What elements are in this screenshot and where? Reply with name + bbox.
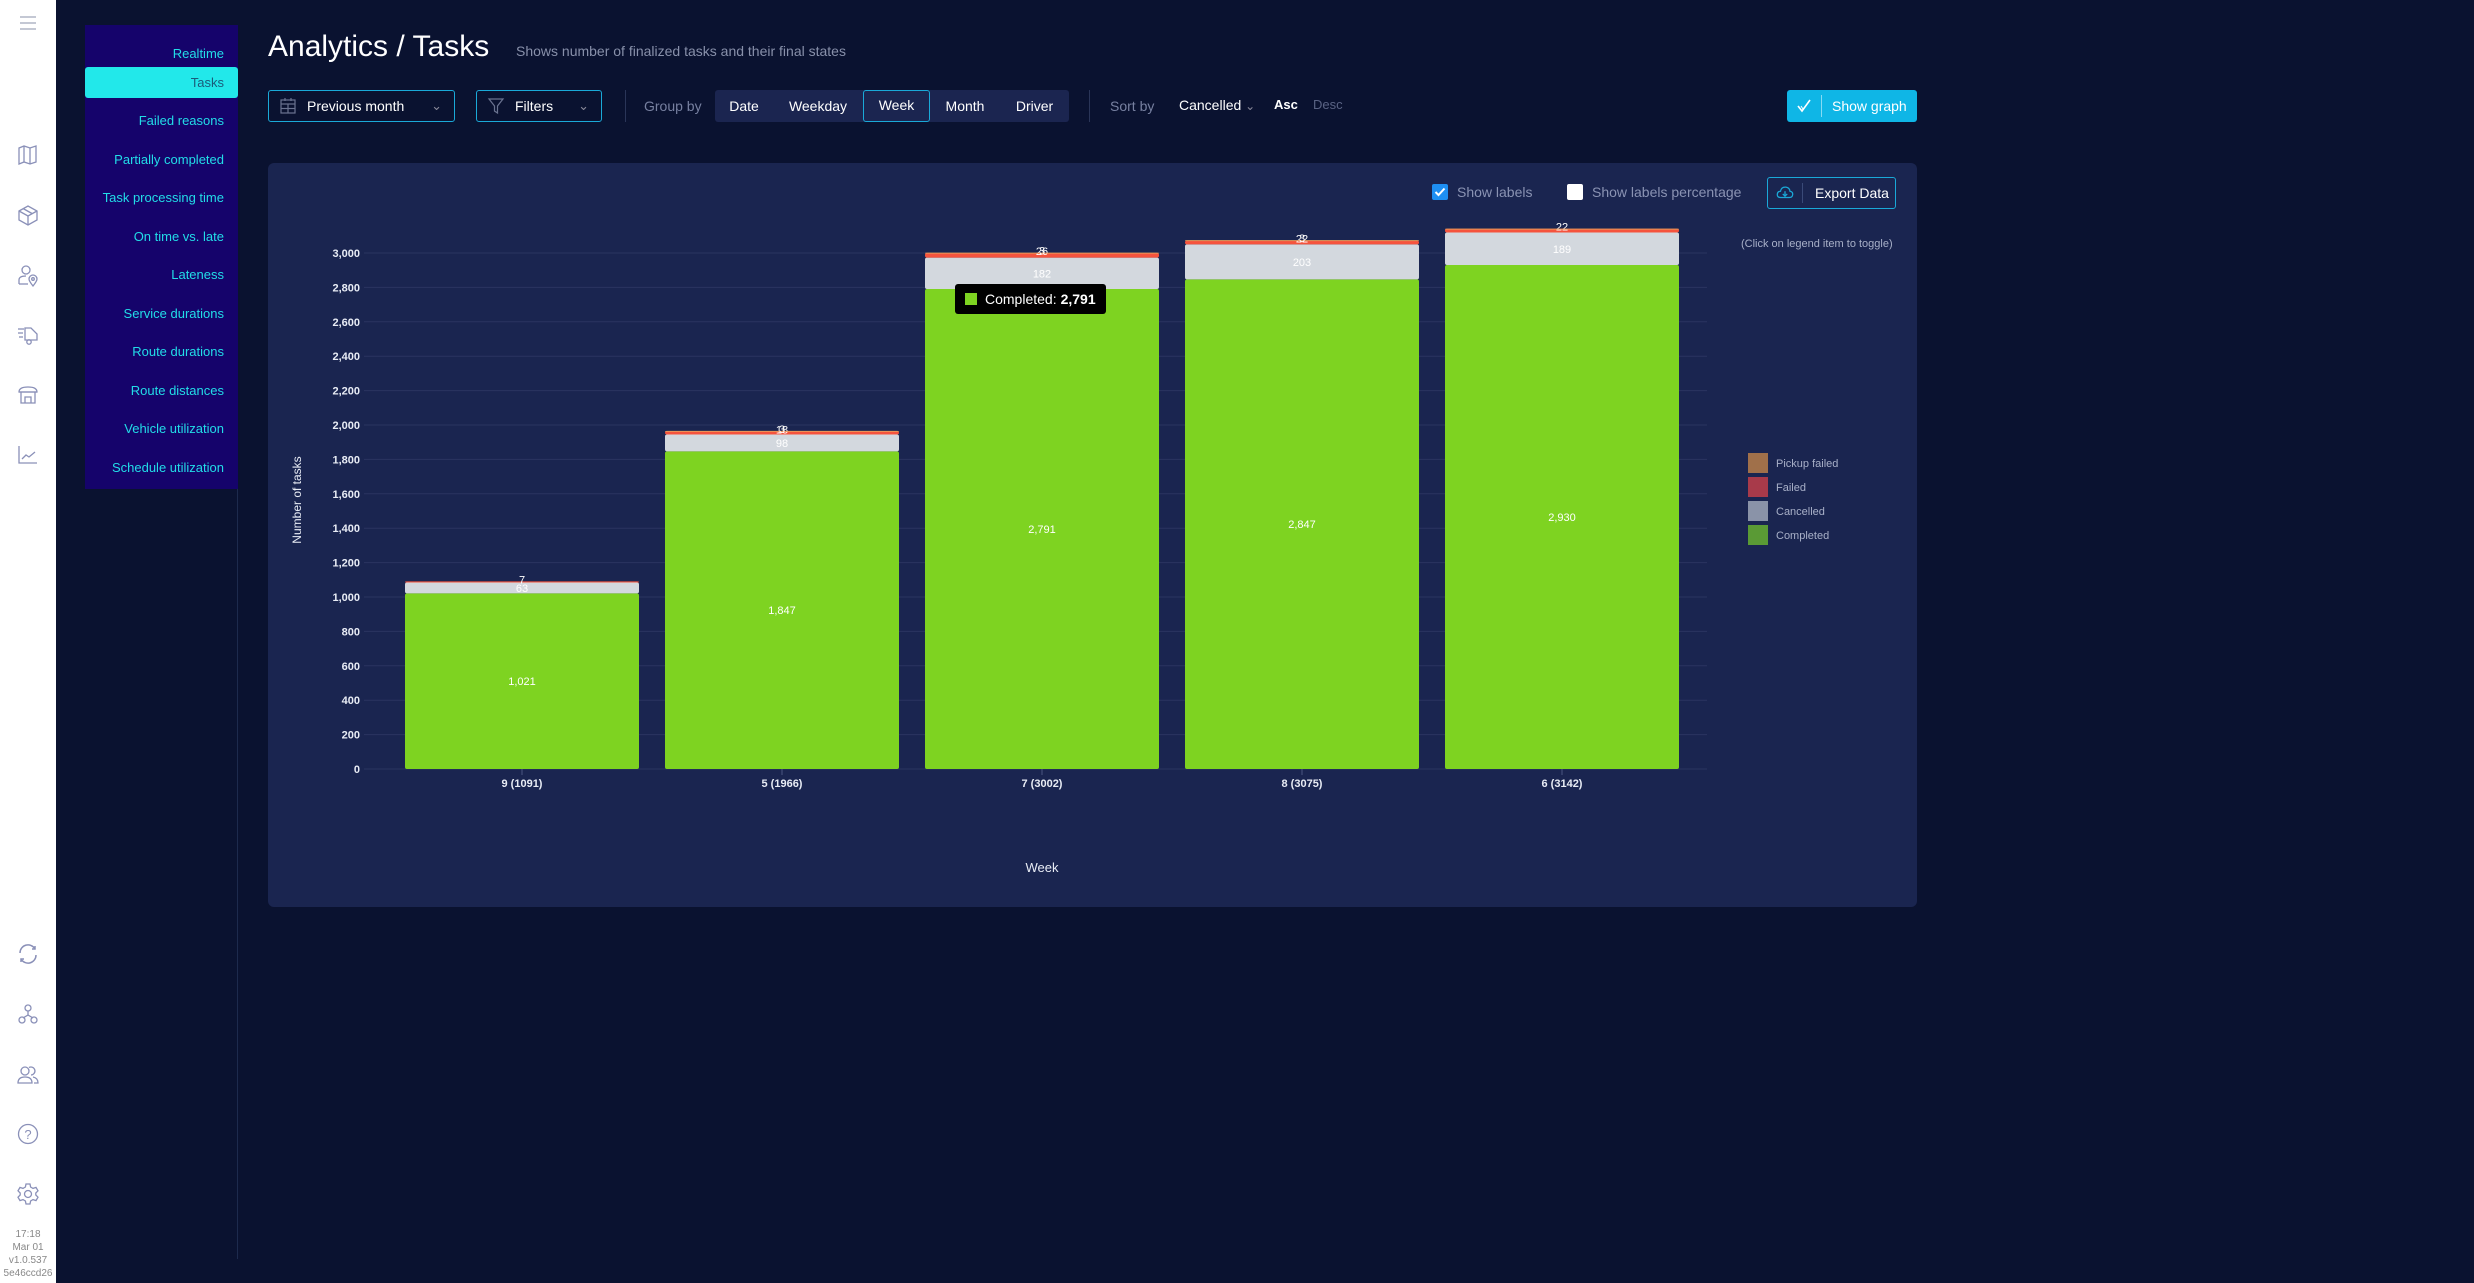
- y-tick-label: 1,800: [332, 454, 360, 466]
- data-label: 98: [776, 438, 788, 450]
- y-tick-label: 1,000: [332, 592, 360, 604]
- chart-tooltip: Completed:2,791: [955, 284, 1106, 314]
- y-tick-label: 2,800: [332, 282, 360, 294]
- data-label: 22: [1556, 222, 1568, 234]
- y-tick-label: 2,000: [332, 420, 360, 432]
- x-tick-label: 5 (1966): [762, 778, 803, 790]
- legend-item-cancelled[interactable]: Cancelled: [1776, 506, 1825, 518]
- data-label: 1,021: [508, 676, 536, 688]
- y-tick-label: 1,200: [332, 558, 360, 570]
- y-tick-label: 1,400: [332, 523, 360, 535]
- tooltip-swatch: [965, 293, 977, 305]
- x-tick-label: 8 (3075): [1282, 778, 1323, 790]
- y-tick-label: 0: [354, 764, 360, 776]
- x-axis-label: Week: [1026, 860, 1059, 875]
- data-label: 189: [1553, 244, 1571, 256]
- legend-item-pickup-failed[interactable]: Pickup failed: [1776, 458, 1838, 470]
- data-label: 2,791: [1028, 524, 1056, 536]
- legend-swatch-failed[interactable]: [1748, 477, 1768, 497]
- data-label: 7: [519, 574, 525, 586]
- x-tick-label: 9 (1091): [502, 778, 543, 790]
- y-tick-label: 2,400: [332, 351, 360, 363]
- y-tick-label: 200: [342, 730, 360, 742]
- tooltip-value: 2,791: [1060, 291, 1096, 307]
- data-label: 1,847: [768, 605, 796, 617]
- stacked-bar-chart: 0 200 400 600 800 1,000 1,200 1,400 1,600 1,800 2,…: [290, 222, 1838, 875]
- legend-item-completed[interactable]: Completed: [1776, 530, 1829, 542]
- data-label: 3: [1299, 233, 1305, 245]
- data-label: 3: [1039, 246, 1045, 258]
- legend-swatch-cancelled[interactable]: [1748, 501, 1768, 521]
- y-tick-label: 800: [342, 626, 360, 638]
- x-tick-label: 7 (3002): [1022, 778, 1063, 790]
- bar-segment-pickup-failed: [1445, 228, 1679, 230]
- legend-swatch-pickup-failed[interactable]: [1748, 453, 1768, 473]
- data-label: 2,847: [1288, 519, 1316, 531]
- legend-swatch-completed[interactable]: [1748, 525, 1768, 545]
- data-label: 182: [1033, 268, 1051, 280]
- x-tick-label: 6 (3142): [1542, 778, 1583, 790]
- data-label: 3: [779, 424, 785, 436]
- y-tick-label: 2,600: [332, 317, 360, 329]
- y-tick-label: 600: [342, 661, 360, 673]
- data-label: 203: [1293, 257, 1311, 269]
- y-tick-label: 3,000: [332, 248, 360, 260]
- y-tick-label: 1,600: [332, 489, 360, 501]
- y-tick-label: 2,200: [332, 386, 360, 398]
- y-axis-label: Number of tasks: [290, 456, 304, 543]
- tooltip-series: Completed: [985, 291, 1053, 307]
- y-tick-label: 400: [342, 695, 360, 707]
- data-label: 2,930: [1548, 512, 1576, 524]
- legend-item-failed[interactable]: Failed: [1776, 482, 1806, 494]
